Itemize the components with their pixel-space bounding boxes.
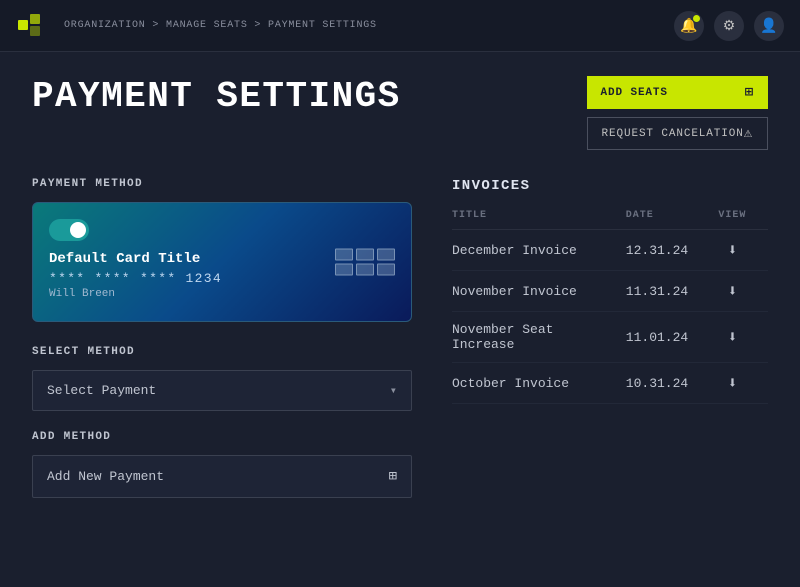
chevron-down-icon: ▾ xyxy=(390,383,397,398)
col-header-date: Date xyxy=(626,206,705,230)
invoice-table: Title Date View December Invoice12.31.24… xyxy=(452,206,768,404)
card-chip xyxy=(335,249,395,276)
table-row: November Invoice11.31.24 ⬇ xyxy=(452,271,768,312)
left-column: Payment Method Default Card Title **** *… xyxy=(32,178,412,563)
right-column: Invoices Title Date View December Invoic… xyxy=(452,178,768,563)
page-title: Payment Settings xyxy=(32,76,587,117)
invoice-title-cell: December Invoice xyxy=(452,230,626,271)
add-payment-icon: ⊞ xyxy=(389,468,397,485)
invoices-title: Invoices xyxy=(452,178,768,194)
chip-block xyxy=(335,249,353,261)
breadcrumb: Organization > Manage Seats > Payment Se… xyxy=(64,20,674,31)
download-icon[interactable]: ⬇ xyxy=(728,373,738,393)
chip-block xyxy=(356,264,374,276)
select-payment-value: Select Payment xyxy=(47,383,156,398)
user-avatar-button[interactable]: 👤 xyxy=(754,11,784,41)
select-method-section: Select Method Select Payment ▾ xyxy=(32,346,412,411)
select-method-label: Select Method xyxy=(32,346,412,358)
table-row: November Seat Increase11.01.24 ⬇ xyxy=(452,312,768,363)
invoice-download-cell[interactable]: ⬇ xyxy=(705,312,768,363)
warning-icon: ⚠ xyxy=(744,125,753,142)
download-icon[interactable]: ⬇ xyxy=(728,327,738,347)
user-icon: 👤 xyxy=(760,17,777,34)
invoice-download-cell[interactable]: ⬇ xyxy=(705,271,768,312)
invoice-download-cell[interactable]: ⬇ xyxy=(705,230,768,271)
add-method-section: Add Method Add New Payment ⊞ xyxy=(32,431,412,498)
chip-block xyxy=(377,249,395,261)
main-content: Payment Settings Add Seats ⊞ Request Can… xyxy=(0,52,800,587)
invoice-table-body: December Invoice12.31.24⬇November Invoic… xyxy=(452,230,768,404)
table-row: October Invoice10.31.24 ⬇ xyxy=(452,363,768,404)
header-actions: Add Seats ⊞ Request Cancelation ⚠ xyxy=(587,76,768,150)
col-header-title: Title xyxy=(452,206,626,230)
invoice-table-header: Title Date View xyxy=(452,206,768,230)
notification-dot xyxy=(693,15,700,22)
invoice-date-cell: 10.31.24 xyxy=(626,363,705,404)
download-icon[interactable]: ⬇ xyxy=(728,281,738,301)
add-seats-label: Add Seats xyxy=(601,87,668,99)
invoice-date-cell: 11.31.24 xyxy=(626,271,705,312)
request-cancel-label: Request Cancelation xyxy=(602,128,744,140)
topbar: Organization > Manage Seats > Payment Se… xyxy=(0,0,800,52)
invoice-date-cell: 12.31.24 xyxy=(626,230,705,271)
invoice-date-cell: 11.01.24 xyxy=(626,312,705,363)
download-icon[interactable]: ⬇ xyxy=(728,240,738,260)
credit-card: Default Card Title **** **** **** 1234 W… xyxy=(32,202,412,322)
select-payment-dropdown[interactable]: Select Payment ▾ xyxy=(32,370,412,411)
add-seats-button[interactable]: Add Seats ⊞ xyxy=(587,76,768,109)
add-payment-label: Add New Payment xyxy=(47,469,164,484)
table-row: December Invoice12.31.24 ⬇ xyxy=(452,230,768,271)
add-new-payment-button[interactable]: Add New Payment ⊞ xyxy=(32,455,412,498)
chip-block xyxy=(356,249,374,261)
invoice-title-cell: November Seat Increase xyxy=(452,312,626,363)
settings-button[interactable]: ⚙ xyxy=(714,11,744,41)
gear-icon: ⚙ xyxy=(723,17,736,34)
invoice-title-cell: October Invoice xyxy=(452,363,626,404)
card-toggle[interactable] xyxy=(49,219,89,241)
toggle-circle xyxy=(70,222,86,238)
payment-method-label: Payment Method xyxy=(32,178,412,190)
topbar-icons: 🔔 ⚙ 👤 xyxy=(674,11,784,41)
chip-block xyxy=(377,264,395,276)
card-holder-name: Will Breen xyxy=(49,288,395,300)
columns-layout: Payment Method Default Card Title **** *… xyxy=(32,178,768,563)
add-seats-icon: ⊞ xyxy=(745,84,754,101)
col-header-view: View xyxy=(705,206,768,230)
notifications-button[interactable]: 🔔 xyxy=(674,11,704,41)
request-cancel-button[interactable]: Request Cancelation ⚠ xyxy=(587,117,768,150)
logo-icon xyxy=(16,12,44,40)
invoice-title-cell: November Invoice xyxy=(452,271,626,312)
chip-block xyxy=(335,264,353,276)
page-header: Payment Settings Add Seats ⊞ Request Can… xyxy=(32,76,768,150)
invoice-download-cell[interactable]: ⬇ xyxy=(705,363,768,404)
add-method-label: Add Method xyxy=(32,431,412,443)
